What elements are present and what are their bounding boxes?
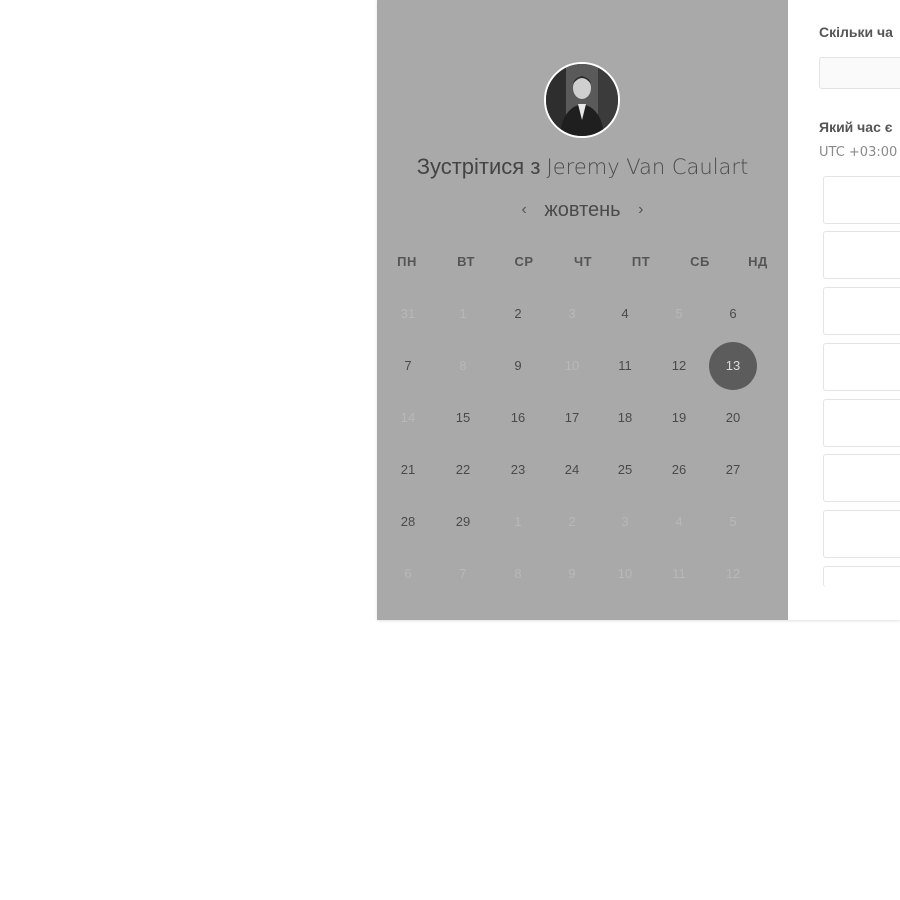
weekday-label: ЧТ [573, 254, 593, 269]
calendar-day[interactable]: 23 [494, 446, 542, 494]
calendar-day: 3 [568, 306, 576, 321]
calendar-day[interactable]: 15 [439, 394, 487, 442]
duration-select[interactable] [819, 57, 900, 89]
calendar-day: 5 [675, 306, 683, 321]
calendar-day: 5 [729, 514, 737, 529]
time-slot[interactable] [823, 287, 900, 335]
time-slot[interactable] [823, 231, 900, 279]
calendar-day[interactable]: 21 [384, 446, 432, 494]
calendar-day[interactable]: 6 [709, 290, 757, 338]
weekday-label: ВТ [457, 254, 475, 269]
calendar-day: 1 [514, 514, 522, 529]
host-avatar [544, 62, 620, 138]
time-question: Який час є [819, 119, 893, 135]
time-slot[interactable] [823, 343, 900, 391]
calendar-day: 3 [621, 514, 629, 529]
calendar-day[interactable]: 16 [494, 394, 542, 442]
calendar-day[interactable]: 22 [439, 446, 487, 494]
calendar-day: 9 [568, 566, 576, 581]
calendar-day[interactable]: 19 [655, 394, 703, 442]
calendar-day[interactable]: 18 [601, 394, 649, 442]
chevron-left-icon[interactable]: ‹ [510, 201, 539, 219]
weekday-label: СР [514, 254, 534, 269]
time-slot[interactable] [823, 454, 900, 502]
calendar-panel: Зустрітися з Jeremy Van Caulart ‹ жовтен… [377, 0, 788, 620]
calendar-day: 12 [725, 566, 741, 581]
calendar-day[interactable]: 2 [494, 290, 542, 338]
calendar-day[interactable]: 9 [494, 342, 542, 390]
time-slot[interactable] [823, 176, 900, 224]
time-slot[interactable] [823, 399, 900, 447]
time-slot[interactable] [823, 510, 900, 558]
chevron-right-icon[interactable]: › [626, 201, 655, 219]
calendar-day[interactable]: 20 [709, 394, 757, 442]
booking-widget: Зустрітися з Jeremy Van Caulart ‹ жовтен… [377, 0, 900, 620]
weekday-label: ПТ [631, 254, 651, 269]
calendar-day: 10 [564, 358, 580, 373]
calendar-day[interactable]: 24 [548, 446, 596, 494]
calendar-day: 10 [617, 566, 633, 581]
calendar-day[interactable]: 27 [709, 446, 757, 494]
calendar-day[interactable]: 29 [439, 498, 487, 546]
person-photo-icon [546, 64, 618, 136]
calendar-day: 4 [675, 514, 683, 529]
weekday-label: СБ [690, 254, 710, 269]
calendar-day: 8 [514, 566, 522, 581]
time-slot[interactable] [823, 566, 900, 587]
calendar-day: 7 [459, 566, 467, 581]
calendar-day[interactable]: 17 [548, 394, 596, 442]
calendar-day[interactable]: 7 [384, 342, 432, 390]
calendar-day[interactable]: 11 [601, 342, 649, 390]
calendar-day: 2 [568, 514, 576, 529]
meeting-title: Зустрітися з Jeremy Van Caulart [377, 154, 788, 180]
meeting-title-prefix: Зустрітися з [416, 154, 541, 179]
weekday-label: НД [748, 254, 768, 269]
calendar-day: 8 [459, 358, 467, 373]
calendar-day[interactable]: 4 [601, 290, 649, 338]
calendar-day: 1 [459, 306, 467, 321]
calendar-day[interactable]: 25 [601, 446, 649, 494]
calendar-day: 6 [404, 566, 412, 581]
calendar-day: 14 [400, 410, 416, 425]
duration-question: Скільки ча [819, 24, 893, 40]
host-name: Jeremy Van Caulart [546, 155, 749, 179]
calendar-day: 31 [400, 306, 416, 321]
timezone-label[interactable]: UTC +03:00 [819, 145, 897, 160]
calendar-day[interactable]: 26 [655, 446, 703, 494]
month-label: жовтень [544, 199, 621, 221]
details-panel: Скільки ча Який час є UTC +03:00 [788, 0, 900, 620]
calendar-day[interactable]: 28 [384, 498, 432, 546]
weekday-header: ПН ВТ СР ЧТ ПТ СБ НД [377, 254, 788, 274]
calendar-day-selected[interactable]: 13 [709, 342, 757, 390]
calendar-day[interactable]: 12 [655, 342, 703, 390]
weekday-label: ПН [397, 254, 417, 269]
month-navigation: ‹ жовтень › [377, 199, 788, 222]
calendar-day: 11 [672, 566, 686, 581]
